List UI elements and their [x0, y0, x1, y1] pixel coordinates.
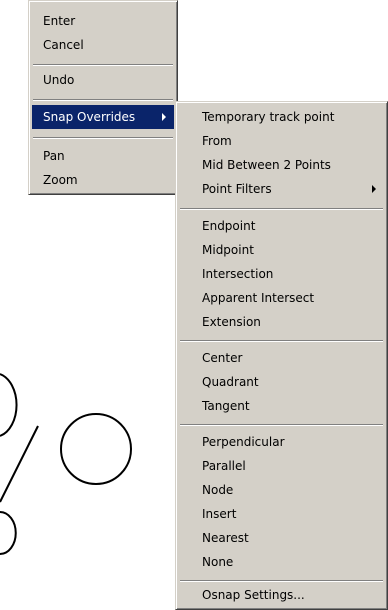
arc-left-top [0, 373, 18, 437]
menu-item-label: Perpendicular [202, 435, 285, 449]
menu-item-point-filters[interactable]: Point Filters [179, 177, 384, 201]
menu-item-mid-between-2-points[interactable]: Mid Between 2 Points [179, 153, 384, 177]
menu-item-enter[interactable]: Enter [32, 9, 174, 33]
menu-item-perpendicular[interactable]: Perpendicular [179, 430, 384, 454]
menu-item-nearest[interactable]: Nearest [179, 526, 384, 550]
menu-item-label: Center [202, 351, 243, 365]
submenu-arrow-icon [372, 185, 376, 193]
menu-item-insert[interactable]: Insert [179, 502, 384, 526]
menu-item-parallel[interactable]: Parallel [179, 454, 384, 478]
menu-item-label: Insert [202, 507, 237, 521]
menu-item-osnap-settings[interactable]: Osnap Settings... [179, 583, 384, 607]
menu-item-temporary-track-point[interactable]: Temporary track point [179, 105, 384, 129]
menu-item-label: Cancel [43, 38, 84, 52]
menu-item-label: Point Filters [202, 182, 272, 196]
menu-item-pan[interactable]: Pan [32, 144, 174, 168]
context-menu: Enter Cancel Undo Snap Overrides Pan Zoo… [28, 0, 178, 195]
submenu-arrow-icon [162, 113, 166, 121]
menu-separator [33, 99, 173, 101]
menu-separator [33, 137, 173, 139]
menu-item-cancel[interactable]: Cancel [32, 33, 174, 57]
circle [60, 413, 132, 485]
menu-item-label: Mid Between 2 Points [202, 158, 331, 172]
menu-item-label: Pan [43, 149, 65, 163]
menu-item-label: Parallel [202, 459, 246, 473]
menu-item-label: Quadrant [202, 375, 259, 389]
menu-item-label: Intersection [202, 267, 274, 281]
menu-item-endpoint[interactable]: Endpoint [179, 214, 384, 238]
menu-item-center[interactable]: Center [179, 346, 384, 370]
menu-item-label: Extension [202, 315, 261, 329]
menu-separator [180, 424, 383, 426]
diagonal-line [0, 425, 39, 503]
menu-item-label: Apparent Intersect [202, 291, 315, 305]
menu-item-extension[interactable]: Extension [179, 310, 384, 334]
menu-item-zoom[interactable]: Zoom [32, 168, 174, 192]
menu-item-label: Endpoint [202, 219, 256, 233]
menu-item-none[interactable]: None [179, 550, 384, 574]
menu-item-label: Osnap Settings... [202, 588, 305, 602]
menu-item-label: Enter [43, 14, 76, 28]
menu-item-label: Nearest [202, 531, 249, 545]
menu-item-midpoint[interactable]: Midpoint [179, 238, 384, 262]
menu-item-label: Temporary track point [202, 110, 335, 124]
snap-overrides-submenu: Temporary track point From Mid Between 2… [175, 101, 388, 610]
arc-left-bottom [0, 511, 17, 555]
menu-item-label: Snap Overrides [43, 110, 136, 124]
menu-item-quadrant[interactable]: Quadrant [179, 370, 384, 394]
menu-item-label: Undo [43, 73, 75, 87]
menu-item-apparent-intersect[interactable]: Apparent Intersect [179, 286, 384, 310]
menu-item-intersection[interactable]: Intersection [179, 262, 384, 286]
menu-item-label: From [202, 134, 232, 148]
menu-item-label: Tangent [202, 399, 250, 413]
menu-separator [180, 340, 383, 342]
menu-item-label: Zoom [43, 173, 78, 187]
menu-item-label: None [202, 555, 234, 569]
menu-item-undo[interactable]: Undo [32, 68, 174, 92]
menu-separator [33, 64, 173, 66]
menu-item-node[interactable]: Node [179, 478, 384, 502]
menu-item-label: Node [202, 483, 234, 497]
menu-item-from[interactable]: From [179, 129, 384, 153]
menu-separator [180, 208, 383, 210]
menu-separator [180, 580, 383, 582]
menu-item-tangent[interactable]: Tangent [179, 394, 384, 418]
menu-item-snap-overrides[interactable]: Snap Overrides [32, 105, 174, 129]
menu-item-label: Midpoint [202, 243, 254, 257]
